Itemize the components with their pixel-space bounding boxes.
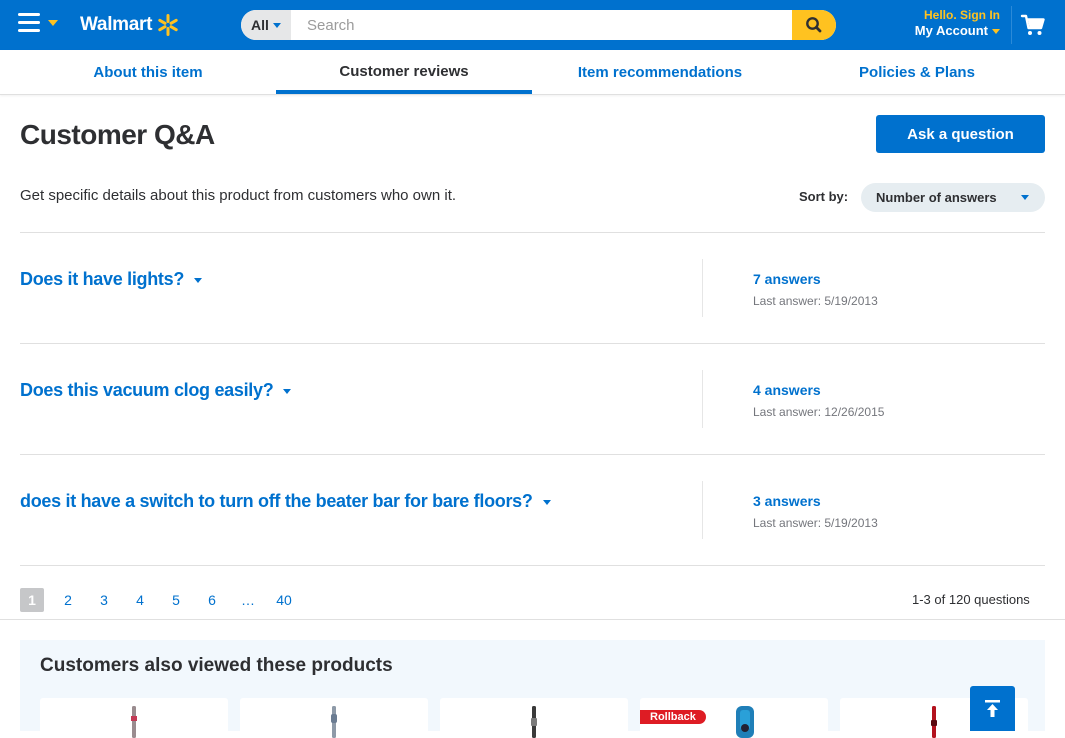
also-viewed-title: Customers also viewed these products xyxy=(40,655,393,676)
menu-button[interactable] xyxy=(18,13,62,37)
walmart-spark-icon xyxy=(158,14,178,36)
page-ellipsis: … xyxy=(241,592,255,608)
question-toggle[interactable]: does it have a switch to turn off the be… xyxy=(20,491,551,512)
question-divider xyxy=(702,481,703,539)
question-divider xyxy=(702,259,703,317)
tab-customer-reviews[interactable]: Customer reviews xyxy=(276,50,532,94)
last-answer-date: Last answer: 5/19/2013 xyxy=(753,294,878,308)
page-3[interactable]: 3 xyxy=(92,588,116,612)
sort-select[interactable]: Number of answers xyxy=(861,183,1045,212)
account-menu[interactable]: Hello. Sign In My Account xyxy=(900,8,1000,40)
page-5[interactable]: 5 xyxy=(164,588,188,612)
chevron-down-icon xyxy=(1021,195,1029,200)
search-department-label: All xyxy=(251,17,269,33)
walmart-logo[interactable]: Walmart xyxy=(80,12,180,38)
search-department-select[interactable]: All xyxy=(241,10,291,40)
account-greeting: Hello. Sign In xyxy=(923,8,1000,22)
result-count: 1-3 of 120 questions xyxy=(912,592,1030,607)
vacuum-thumbnail-icon xyxy=(131,706,137,738)
product-card[interactable] xyxy=(440,698,628,738)
question-text: does it have a switch to turn off the be… xyxy=(20,491,533,511)
answers-link[interactable]: 4 answers xyxy=(753,382,821,398)
section-divider xyxy=(0,619,1065,620)
hamburger-icon xyxy=(18,13,40,33)
vacuum-thumbnail-icon xyxy=(331,706,337,738)
sort-label: Sort by: xyxy=(799,189,849,204)
tab-policies-plans[interactable]: Policies & Plans xyxy=(789,50,1045,94)
question-list: Does it have lights? 7 answers Last answ… xyxy=(20,232,1045,565)
account-label: My Account xyxy=(914,23,988,38)
question-row: Does this vacuum clog easily? 4 answers … xyxy=(20,343,1045,454)
logo-text: Walmart xyxy=(80,14,153,35)
page-1[interactable]: 1 xyxy=(20,588,44,612)
cart-button[interactable] xyxy=(1020,13,1046,37)
chevron-down-icon xyxy=(283,388,292,394)
header-divider xyxy=(1011,6,1012,44)
question-row: Does it have lights? 7 answers Last answ… xyxy=(20,232,1045,343)
qa-subtitle: Get specific details about this product … xyxy=(20,187,457,204)
search-input[interactable] xyxy=(297,10,787,40)
product-card[interactable] xyxy=(40,698,228,738)
answers-link[interactable]: 7 answers xyxy=(753,271,821,287)
question-text: Does it have lights? xyxy=(20,269,185,289)
search-bar: All xyxy=(241,10,836,40)
question-text: Does this vacuum clog easily? xyxy=(20,380,274,400)
arrow-up-icon xyxy=(985,700,1000,717)
back-to-top-button[interactable] xyxy=(970,686,1015,731)
tab-about-this-item[interactable]: About this item xyxy=(20,50,276,94)
question-list-divider xyxy=(20,565,1045,566)
account-label-row: My Account xyxy=(900,22,1000,40)
global-header: Walmart All Hello. Sign In My xyxy=(0,0,1065,50)
chevron-down-icon xyxy=(272,22,281,28)
tab-item-recommendations[interactable]: Item recommendations xyxy=(532,50,788,94)
search-button[interactable] xyxy=(792,10,836,40)
ask-question-button[interactable]: Ask a question xyxy=(876,115,1045,153)
sort-value: Number of answers xyxy=(876,190,997,205)
question-toggle[interactable]: Does this vacuum clog easily? xyxy=(20,380,292,401)
vacuum-thumbnail-icon xyxy=(736,706,754,738)
question-row: does it have a switch to turn off the be… xyxy=(20,454,1045,565)
last-answer-date: Last answer: 12/26/2015 xyxy=(753,405,885,419)
question-toggle[interactable]: Does it have lights? xyxy=(20,269,203,290)
search-icon xyxy=(806,17,822,33)
chevron-down-icon xyxy=(194,277,203,283)
page-6[interactable]: 6 xyxy=(200,588,224,612)
page-last[interactable]: 40 xyxy=(272,588,296,612)
product-card[interactable]: Rollback xyxy=(640,698,828,738)
answers-link[interactable]: 3 answers xyxy=(753,493,821,509)
cart-icon xyxy=(1020,14,1045,35)
last-answer-date: Last answer: 5/19/2013 xyxy=(753,516,878,530)
chevron-down-icon xyxy=(542,499,551,505)
product-card[interactable] xyxy=(240,698,428,738)
product-tabs: About this item Customer reviews Item re… xyxy=(0,50,1065,95)
page-4[interactable]: 4 xyxy=(128,588,152,612)
also-viewed-section: Customers also viewed these products Rol… xyxy=(20,640,1045,738)
menu-caret-icon xyxy=(48,20,58,26)
chevron-down-icon xyxy=(992,29,1000,35)
vacuum-thumbnail-icon xyxy=(531,706,537,738)
page-2[interactable]: 2 xyxy=(56,588,80,612)
question-divider xyxy=(702,370,703,428)
pagination: 1 2 3 4 5 6 … 40 xyxy=(20,588,308,612)
page-title: Customer Q&A xyxy=(20,119,215,150)
